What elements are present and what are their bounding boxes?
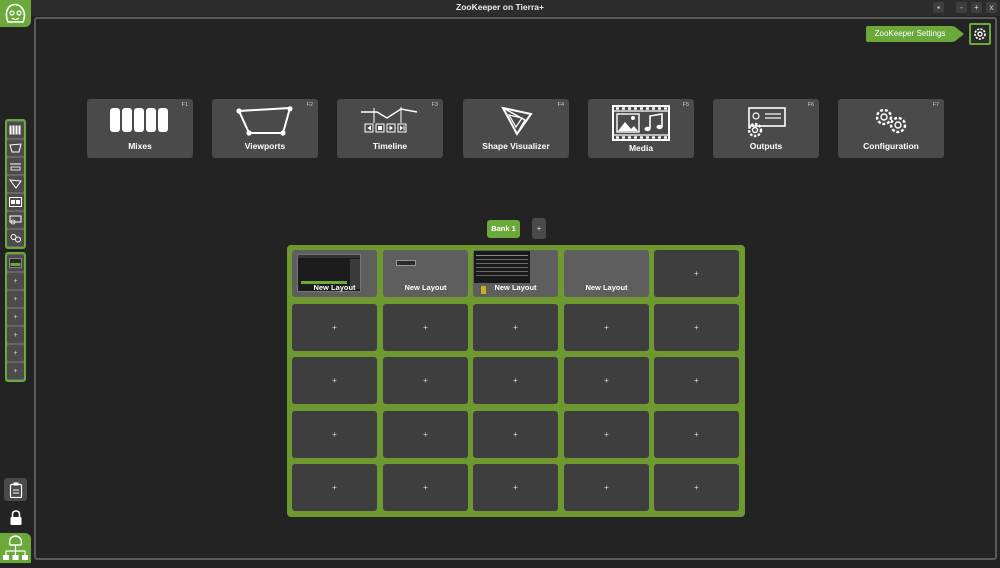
layout-name: New Layout — [585, 283, 628, 292]
module-outputs[interactable]: F6 Outputs — [713, 99, 819, 158]
outputs-icon — [747, 107, 786, 138]
module-mixes[interactable]: F1 Mixes — [87, 99, 193, 158]
empty-layout-slot[interactable]: + — [654, 411, 739, 458]
module-viewports[interactable]: F2 Viewports — [212, 99, 318, 158]
module-media[interactable]: F5 Media — [588, 99, 694, 158]
add-bank-button[interactable]: + — [532, 218, 546, 239]
layout-cell[interactable]: New Layout — [292, 250, 377, 297]
sidebar-item-outputs[interactable] — [7, 212, 24, 228]
bank-1-tab[interactable]: Bank 1 — [487, 220, 520, 238]
sidebar-item-configuration[interactable] — [7, 230, 24, 246]
layout-name: New Layout — [494, 283, 537, 292]
empty-layout-slot[interactable]: + — [383, 304, 468, 351]
network-tree-icon — [3, 535, 28, 560]
module-label: Timeline — [372, 141, 408, 151]
viewports-icon — [236, 106, 293, 136]
empty-layout-slot[interactable]: + — [292, 464, 377, 511]
fullscreen-button[interactable]: ▪ — [933, 2, 944, 13]
empty-layout-slot[interactable]: + — [383, 357, 468, 404]
sidebar-item-viewports[interactable] — [7, 140, 24, 156]
window-title: ZooKeeper on Tierra+ — [456, 2, 544, 12]
viewports-icon — [9, 143, 22, 153]
gears-icon — [10, 234, 21, 243]
module-label: Outputs — [749, 141, 783, 151]
layout-cell[interactable]: New Layout — [564, 250, 649, 297]
zookeeper-logo-bottom[interactable] — [0, 533, 31, 563]
empty-layout-slot[interactable]: + — [473, 411, 558, 458]
sidebar-module-group — [5, 119, 26, 249]
module-shape-visualizer[interactable]: F4 Shape Visualizer — [463, 99, 569, 158]
sidebar-item-shape-visualizer[interactable] — [7, 176, 24, 192]
timeline-icon — [10, 163, 21, 171]
minimize-button[interactable]: - — [956, 2, 967, 13]
sidebar-item-media[interactable] — [7, 194, 24, 210]
sidebar-item-mixes[interactable] — [7, 122, 24, 138]
module-label: Media — [628, 143, 654, 153]
settings-arrow — [954, 26, 964, 42]
close-button[interactable]: x — [986, 2, 997, 13]
empty-layout-slot[interactable]: + — [473, 464, 558, 511]
sidebar-layout-slot[interactable]: + — [7, 327, 24, 343]
layout-name: New Layout — [313, 283, 356, 292]
empty-layout-slot[interactable]: + — [564, 411, 649, 458]
outputs-icon — [9, 215, 22, 225]
shape-visualizer-icon — [501, 106, 533, 136]
layout-thumbnail-icon — [9, 258, 22, 268]
empty-layout-slot[interactable]: + — [564, 357, 649, 404]
empty-layout-slot[interactable]: + — [654, 357, 739, 404]
sidebar-layout-group: + + + + + + — [5, 252, 26, 382]
media-icon — [612, 105, 670, 141]
media-icon — [9, 197, 22, 207]
empty-layout-slot[interactable]: + — [564, 304, 649, 351]
empty-layout-slot[interactable]: + — [473, 357, 558, 404]
empty-layout-slot[interactable]: + — [654, 304, 739, 351]
sidebar-layout-slot[interactable]: + — [7, 291, 24, 307]
empty-layout-slot[interactable]: + — [654, 250, 739, 297]
sidebar-layout-slot[interactable]: + — [7, 273, 24, 289]
maximize-button[interactable]: + — [971, 2, 982, 13]
zookeeper-logo-icon — [5, 3, 26, 23]
gears-icon — [875, 108, 907, 134]
clipboard-icon — [9, 482, 22, 498]
lock-icon — [10, 509, 21, 525]
module-label: Viewports — [244, 141, 286, 151]
sidebar-item-timeline[interactable] — [7, 158, 24, 174]
title-bar: ZooKeeper on Tierra+ ▪ - + x — [0, 0, 1000, 16]
layout-grid: New Layout New Layout New Layout New Lay… — [287, 245, 745, 517]
sidebar-layout-slot[interactable]: + — [7, 309, 24, 325]
zookeeper-logo-top[interactable] — [0, 0, 31, 27]
empty-layout-slot[interactable]: + — [383, 464, 468, 511]
empty-layout-slot[interactable]: + — [564, 464, 649, 511]
module-configuration[interactable]: F7 Configuration — [838, 99, 944, 158]
layout-cell[interactable]: New Layout — [473, 250, 558, 297]
zookeeper-settings-label[interactable]: ZooKeeper Settings — [866, 26, 954, 42]
mixes-icon — [110, 108, 168, 132]
shape-visualizer-icon — [9, 179, 22, 189]
sidebar-layout-slot[interactable]: + — [7, 363, 24, 379]
module-label: Configuration — [863, 141, 919, 151]
module-label: Mixes — [128, 141, 152, 151]
layout-name: New Layout — [404, 283, 447, 292]
empty-layout-slot[interactable]: + — [292, 304, 377, 351]
sidebar-layout-thumb[interactable] — [7, 255, 24, 271]
settings-button[interactable] — [969, 23, 991, 45]
empty-layout-slot[interactable]: + — [292, 411, 377, 458]
gear-icon — [974, 28, 986, 40]
sidebar-layout-slot[interactable]: + — [7, 345, 24, 361]
layout-thumbnail — [396, 260, 416, 266]
empty-layout-slot[interactable]: + — [654, 464, 739, 511]
layout-cell[interactable]: New Layout — [383, 250, 468, 297]
mixes-icon — [9, 125, 21, 135]
layout-thumbnail — [474, 251, 530, 283]
empty-layout-slot[interactable]: + — [292, 357, 377, 404]
lock-button[interactable] — [4, 506, 27, 529]
timeline-icon — [361, 107, 418, 133]
empty-layout-slot[interactable]: + — [473, 304, 558, 351]
module-label: Shape Visualizer — [482, 141, 550, 151]
module-timeline[interactable]: F3 Timeline — [337, 99, 443, 158]
clipboard-button[interactable] — [4, 478, 27, 501]
empty-layout-slot[interactable]: + — [383, 411, 468, 458]
sidebar: + + + + + + — [0, 27, 31, 563]
